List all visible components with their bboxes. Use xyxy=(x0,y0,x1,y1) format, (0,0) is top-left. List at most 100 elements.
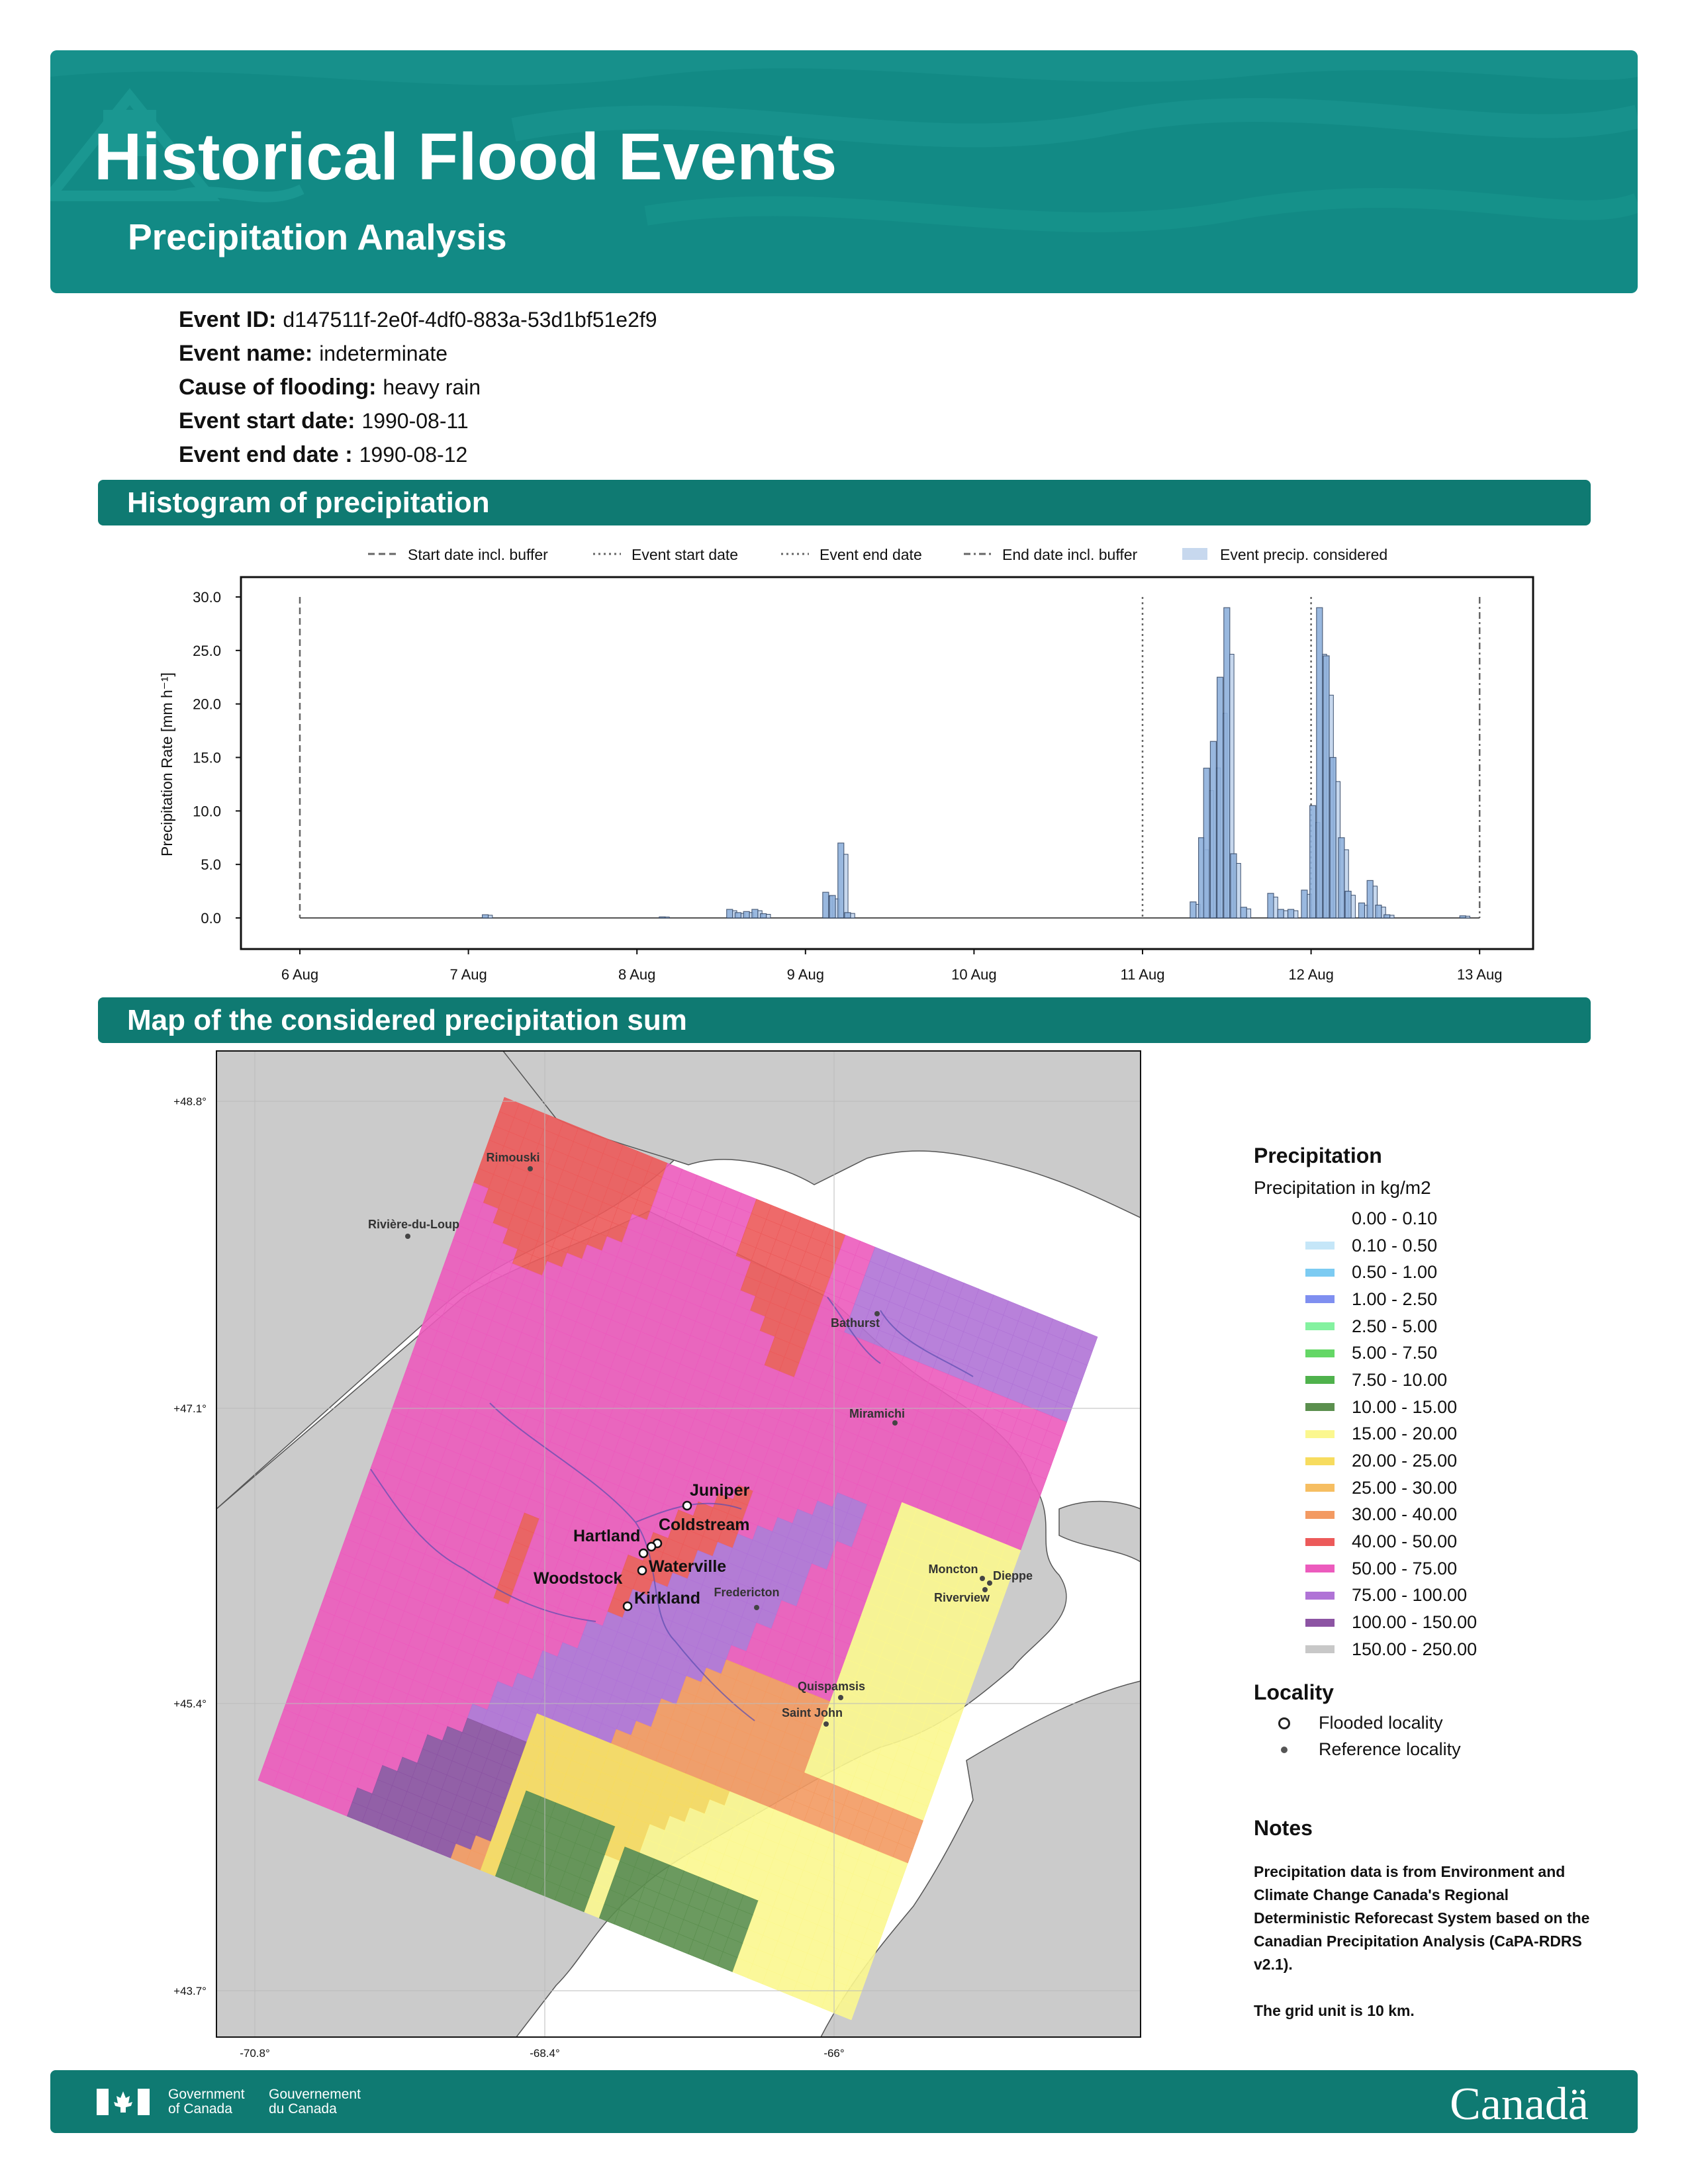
page-title: Historical Flood Events xyxy=(94,120,837,194)
bar xyxy=(1316,607,1323,919)
bar xyxy=(1277,909,1284,919)
reference-marker xyxy=(838,1695,843,1700)
legend-swatch xyxy=(1305,1457,1335,1465)
legend-item: 0.10 - 0.50 xyxy=(1254,1232,1624,1259)
bar xyxy=(1358,902,1366,919)
legend-label: 10.00 - 15.00 xyxy=(1352,1396,1458,1417)
lat-label: +43.7° xyxy=(173,1985,207,1997)
legend-item: 25.00 - 30.00 xyxy=(1254,1475,1624,1502)
legend-item: 150.00 - 250.00 xyxy=(1254,1636,1624,1663)
legend-swatch xyxy=(1305,1618,1335,1627)
locality-title: Locality xyxy=(1254,1680,1334,1704)
flooded-marker xyxy=(622,1601,633,1612)
locality-label: Woodstock xyxy=(534,1569,622,1588)
bar xyxy=(1283,910,1289,919)
bar xyxy=(1293,910,1299,919)
legend-swatch xyxy=(1305,1242,1335,1250)
x-tick-label: 8 Aug xyxy=(618,966,655,983)
cause-label: Cause of flooding: xyxy=(179,375,377,400)
legend-item: 2.50 - 5.00 xyxy=(1254,1313,1624,1340)
page-subtitle: Precipitation Analysis xyxy=(128,216,507,257)
locality-label: Saint John xyxy=(782,1706,843,1719)
reference-marker xyxy=(528,1166,533,1171)
legend-label-event-end: Event end date xyxy=(820,546,922,563)
locality-label: Riverview xyxy=(934,1591,990,1604)
legend-item: 50.00 - 75.00 xyxy=(1254,1555,1624,1582)
bar xyxy=(1217,676,1224,919)
legend-item: 40.00 - 50.00 xyxy=(1254,1528,1624,1555)
event-name-row: Event name: indeterminate xyxy=(179,337,1105,371)
legend-reference-locality: Reference locality xyxy=(1254,1737,1624,1763)
bar xyxy=(766,914,771,919)
locality-label: Bathurst xyxy=(831,1316,880,1330)
start-date-label: Event start date: xyxy=(179,408,355,433)
legend-item: 1.00 - 2.50 xyxy=(1254,1286,1624,1313)
locality-label: Waterville xyxy=(649,1557,726,1576)
lon-label: -70.8° xyxy=(240,2047,270,2060)
locality-label: Miramichi xyxy=(849,1407,905,1420)
bar xyxy=(1465,915,1471,919)
reference-label: Reference locality xyxy=(1319,1739,1461,1760)
bar xyxy=(726,909,733,919)
bar xyxy=(743,911,750,919)
locality-label: Juniper xyxy=(690,1481,750,1500)
bar xyxy=(1223,607,1231,919)
event-name-value: indeterminate xyxy=(319,341,448,365)
legend-item: 75.00 - 100.00 xyxy=(1254,1582,1624,1610)
x-axis: 6 Aug 7 Aug 8 Aug 9 Aug 10 Aug 11 Aug 12 Aug 13… xyxy=(281,949,1502,983)
y-tick-label: 10.0 xyxy=(193,803,221,819)
legend-swatch xyxy=(1305,1295,1335,1304)
bar xyxy=(760,913,767,919)
legend-label-event-start: Event start date xyxy=(632,546,738,563)
lat-label: +47.1° xyxy=(173,1402,207,1415)
chart-legend: Start date incl. buffer Event start date… xyxy=(368,546,1387,563)
bar xyxy=(734,912,742,919)
x-tick-label: 12 Aug xyxy=(1288,966,1334,983)
legend-swatch xyxy=(1305,1430,1335,1438)
legend-item: 10.00 - 15.00 xyxy=(1254,1394,1624,1421)
flooded-marker xyxy=(646,1541,657,1552)
y-tick-label: 30.0 xyxy=(193,589,221,606)
bar xyxy=(1287,909,1295,919)
legend-label: 5.00 - 7.50 xyxy=(1352,1343,1438,1363)
legend-label: 40.00 - 50.00 xyxy=(1352,1531,1458,1552)
end-date-value: 1990-08-12 xyxy=(359,443,468,467)
canada-wordmark: Canadä xyxy=(1450,2079,1589,2130)
end-date-label: Event end date : xyxy=(179,442,353,467)
legend-swatch xyxy=(1305,1565,1335,1573)
legend-item: 0.50 - 1.00 xyxy=(1254,1259,1624,1286)
legend-label: 2.50 - 5.00 xyxy=(1352,1316,1438,1336)
legend-subtitle: Precipitation in kg/m2 xyxy=(1254,1177,1431,1198)
start-date-row: Event start date: 1990-08-11 xyxy=(179,404,1105,438)
legend-label: 7.50 - 10.00 xyxy=(1352,1369,1448,1390)
bar xyxy=(1246,908,1252,919)
legend-label: 0.10 - 0.50 xyxy=(1352,1235,1438,1255)
event-id-row: Event ID: d147511f-2e0f-4df0-883a-53d1bf5… xyxy=(179,303,1105,337)
cause-row: Cause of flooding: heavy rain xyxy=(179,371,1105,404)
lat-label: +45.4° xyxy=(173,1698,207,1710)
histogram-section-bar: Histogram of precipitation xyxy=(98,480,1591,525)
gouvernement-du-canada-text: Gouvernement du Canada xyxy=(269,2087,361,2116)
bar xyxy=(665,917,670,919)
bar xyxy=(659,916,666,919)
x-tick-label: 9 Aug xyxy=(787,966,824,983)
bar xyxy=(488,915,493,919)
legend-label: 0.50 - 1.00 xyxy=(1352,1262,1438,1283)
legend-swatch xyxy=(1305,1403,1335,1412)
legend-swatch xyxy=(1305,1537,1335,1546)
legend-label: 0.00 - 0.10 xyxy=(1352,1208,1438,1228)
bar xyxy=(1273,896,1278,919)
bar xyxy=(829,895,836,919)
bar xyxy=(843,854,849,919)
legend-swatch xyxy=(1305,1484,1335,1492)
reference-marker xyxy=(987,1580,992,1586)
lon-label: -68.4° xyxy=(530,2047,560,2060)
legend-swatch xyxy=(1305,1349,1335,1357)
x-tick-label: 7 Aug xyxy=(449,966,487,983)
legend-key-event-precip xyxy=(1182,548,1207,560)
notes-text-1: Precipitation data is from Environment a… xyxy=(1254,1862,1590,1973)
precipitation-histogram: Start date incl. buffer Event start date… xyxy=(158,546,1534,983)
notes-title: Notes xyxy=(1254,1815,1313,1840)
reference-marker xyxy=(754,1605,759,1610)
reference-marker xyxy=(980,1576,985,1581)
